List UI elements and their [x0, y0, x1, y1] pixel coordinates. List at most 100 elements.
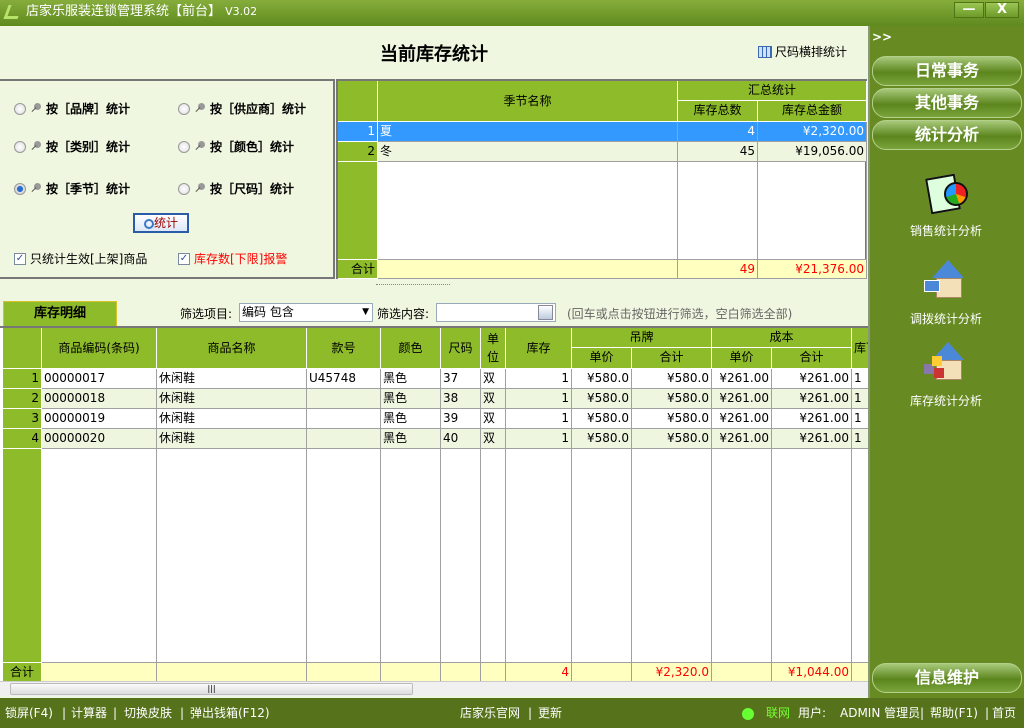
- update-link[interactable]: 更新: [538, 698, 562, 728]
- detail-cell[interactable]: 1: [852, 369, 868, 389]
- detail-cell[interactable]: 1: [506, 409, 572, 429]
- detail-cell[interactable]: 黑色: [381, 389, 441, 409]
- total-cell: [42, 663, 157, 681]
- row-number[interactable]: 1: [338, 122, 378, 142]
- minimize-button[interactable]: —: [954, 2, 984, 18]
- detail-cell[interactable]: ¥261.00: [772, 389, 852, 409]
- only-active-label: 只统计生效[上架]商品: [30, 252, 148, 266]
- menu-info-maintenance[interactable]: 信息维护: [872, 663, 1022, 693]
- detail-cell[interactable]: 双: [481, 409, 506, 429]
- detail-cell[interactable]: 黑色: [381, 409, 441, 429]
- detail-cell[interactable]: 1: [852, 389, 868, 409]
- detail-cell[interactable]: 1: [506, 429, 572, 449]
- detail-cell[interactable]: 1: [852, 429, 868, 449]
- summary-cell[interactable]: 夏: [378, 122, 678, 142]
- network-status-icon: [742, 708, 754, 720]
- stat-option-radio[interactable]: 按［尺码］统计: [178, 180, 294, 197]
- detail-cell[interactable]: U45748: [307, 369, 381, 389]
- close-button[interactable]: X: [985, 2, 1019, 18]
- detail-cell[interactable]: 黑色: [381, 429, 441, 449]
- detail-cell[interactable]: 黑色: [381, 369, 441, 389]
- detail-cell[interactable]: 00000018: [42, 389, 157, 409]
- detail-cell[interactable]: ¥261.00: [772, 409, 852, 429]
- detail-cell[interactable]: ¥261.00: [712, 369, 772, 389]
- filter-button-icon[interactable]: [538, 305, 553, 320]
- summary-cell[interactable]: 45: [678, 142, 758, 162]
- radio-icon: [14, 140, 26, 153]
- detail-cell[interactable]: 38: [441, 389, 481, 409]
- calculator-link[interactable]: 计算器: [71, 698, 107, 728]
- tab-stock-detail[interactable]: 库存明细: [3, 301, 117, 326]
- detail-cell[interactable]: [307, 429, 381, 449]
- detail-cell[interactable]: 00000020: [42, 429, 157, 449]
- expand-toggle[interactable]: >>: [872, 30, 892, 44]
- detail-cell[interactable]: ¥580.0: [632, 409, 712, 429]
- splitter-handle[interactable]: [376, 280, 450, 285]
- detail-cell[interactable]: 休闲鞋: [157, 389, 307, 409]
- detail-cell[interactable]: ¥261.00: [772, 369, 852, 389]
- detail-cell[interactable]: ¥580.0: [632, 429, 712, 449]
- detail-cell[interactable]: 00000019: [42, 409, 157, 429]
- detail-cell[interactable]: ¥261.00: [712, 429, 772, 449]
- detail-cell[interactable]: 00000017: [42, 369, 157, 389]
- stat-option-radio[interactable]: 按［季节］统计: [14, 180, 130, 197]
- official-site-link[interactable]: 店家乐官网: [460, 698, 520, 728]
- menu-other-affairs[interactable]: 其他事务: [872, 88, 1022, 118]
- summary-cell[interactable]: 4: [678, 122, 758, 142]
- detail-cell[interactable]: ¥580.0: [572, 429, 632, 449]
- detail-cell[interactable]: 1: [852, 409, 868, 429]
- row-number[interactable]: 4: [3, 429, 42, 449]
- lock-screen-link[interactable]: 锁屏(F4): [5, 698, 53, 728]
- stat-option-radio[interactable]: 按［品牌］统计: [14, 100, 130, 117]
- row-number[interactable]: 2: [338, 142, 378, 162]
- detail-cell[interactable]: ¥261.00: [772, 429, 852, 449]
- row-number[interactable]: 1: [3, 369, 42, 389]
- home-link[interactable]: 首页: [992, 698, 1016, 728]
- detail-cell[interactable]: 39: [441, 409, 481, 429]
- transfer-analysis-item[interactable]: 调拨统计分析: [870, 260, 1022, 327]
- summary-cell[interactable]: 冬: [378, 142, 678, 162]
- detail-cell[interactable]: 休闲鞋: [157, 409, 307, 429]
- detail-cell[interactable]: ¥580.0: [632, 389, 712, 409]
- summary-cell[interactable]: ¥2,320.00: [758, 122, 867, 142]
- detail-cell[interactable]: [307, 389, 381, 409]
- detail-cell[interactable]: ¥580.0: [572, 369, 632, 389]
- menu-statistics[interactable]: 统计分析: [872, 120, 1022, 150]
- detail-cell[interactable]: ¥580.0: [572, 389, 632, 409]
- detail-cell[interactable]: 双: [481, 429, 506, 449]
- detail-cell[interactable]: 双: [481, 389, 506, 409]
- low-stock-alert-checkbox[interactable]: ✓ 库存数[下限]报警: [178, 250, 287, 267]
- stat-option-radio[interactable]: 按［类别］统计: [14, 138, 130, 155]
- menu-daily-affairs[interactable]: 日常事务: [872, 56, 1022, 86]
- detail-cell[interactable]: 40: [441, 429, 481, 449]
- detail-cell[interactable]: [307, 409, 381, 429]
- detail-cell[interactable]: 双: [481, 369, 506, 389]
- stat-option-radio[interactable]: 按［供应商］统计: [178, 100, 306, 117]
- pin-icon: [30, 102, 42, 115]
- horizontal-scrollbar[interactable]: |||: [0, 681, 868, 696]
- detail-cell[interactable]: ¥580.0: [632, 369, 712, 389]
- only-active-checkbox[interactable]: ✓ 只统计生效[上架]商品: [14, 250, 147, 267]
- scrollbar-thumb[interactable]: |||: [10, 683, 413, 695]
- open-cash-drawer-link[interactable]: 弹出钱箱(F12): [190, 698, 270, 728]
- detail-cell[interactable]: ¥580.0: [572, 409, 632, 429]
- stat-option-radio[interactable]: 按［颜色］统计: [178, 138, 294, 155]
- detail-cell[interactable]: 1: [506, 389, 572, 409]
- filter-item-select[interactable]: 编码 包含 ▼: [239, 303, 373, 322]
- stock-analysis-item[interactable]: 库存统计分析: [870, 342, 1022, 409]
- help-link[interactable]: 帮助(F1): [930, 698, 978, 728]
- summary-cell[interactable]: ¥19,056.00: [758, 142, 867, 162]
- sales-analysis-item[interactable]: 销售统计分析: [870, 172, 1022, 239]
- detail-cell[interactable]: 37: [441, 369, 481, 389]
- switch-skin-link[interactable]: 切换皮肤: [124, 698, 172, 728]
- detail-cell[interactable]: 休闲鞋: [157, 429, 307, 449]
- row-number[interactable]: 3: [3, 409, 42, 429]
- stat-button-label: 统计: [153, 216, 178, 230]
- detail-cell[interactable]: 1: [506, 369, 572, 389]
- stat-button[interactable]: 统计: [133, 213, 189, 233]
- size-layout-button[interactable]: 尺码横排统计: [758, 43, 847, 60]
- detail-cell[interactable]: ¥261.00: [712, 409, 772, 429]
- row-number[interactable]: 2: [3, 389, 42, 409]
- detail-cell[interactable]: ¥261.00: [712, 389, 772, 409]
- detail-cell[interactable]: 休闲鞋: [157, 369, 307, 389]
